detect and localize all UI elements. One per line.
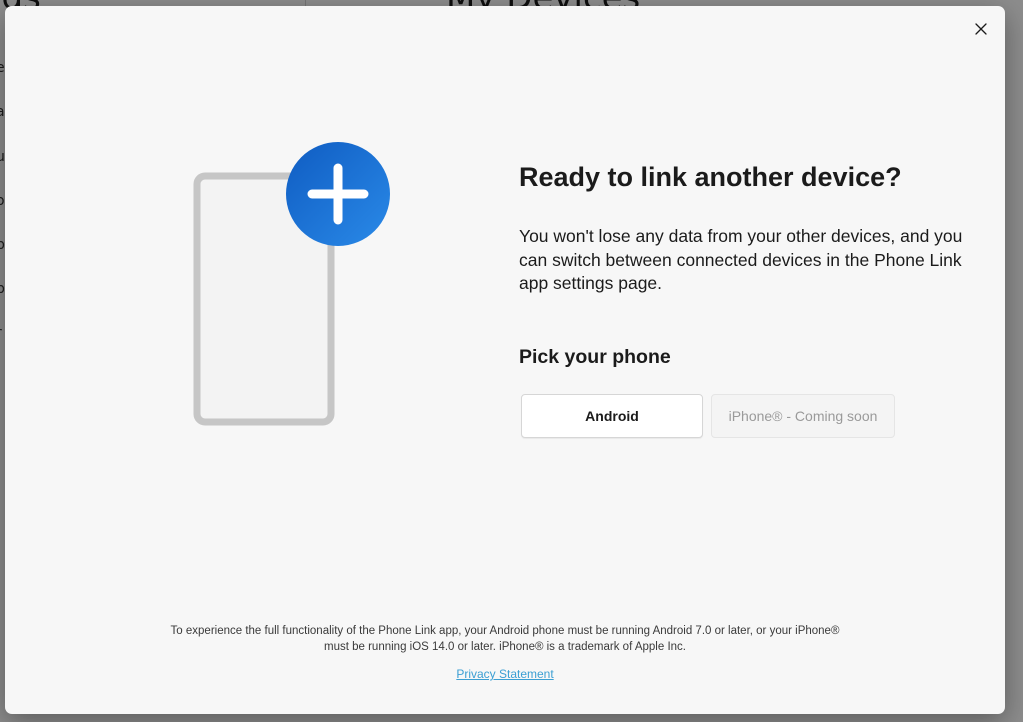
phone-illustration <box>193 142 390 426</box>
pick-phone-heading: Pick your phone <box>519 346 671 368</box>
plus-icon <box>286 142 390 246</box>
iphone-button: iPhone® - Coming soon <box>711 394 895 438</box>
privacy-statement-link[interactable]: Privacy Statement <box>456 667 553 681</box>
link-device-dialog: Ready to link another device? You won't … <box>5 6 1005 714</box>
requirements-line-1: To experience the full functionality of … <box>170 625 840 637</box>
requirements-line-2: must be running iOS 14.0 or later. iPhon… <box>324 641 686 653</box>
privacy-link-container: Privacy Statement <box>5 667 1005 681</box>
android-button[interactable]: Android <box>521 394 703 438</box>
close-button[interactable] <box>965 14 997 44</box>
close-icon <box>975 23 987 35</box>
dialog-title: Ready to link another device? <box>519 162 902 192</box>
dialog-description: You won't lose any data from your other … <box>519 226 963 293</box>
requirements-note: To experience the full functionality of … <box>135 623 875 655</box>
